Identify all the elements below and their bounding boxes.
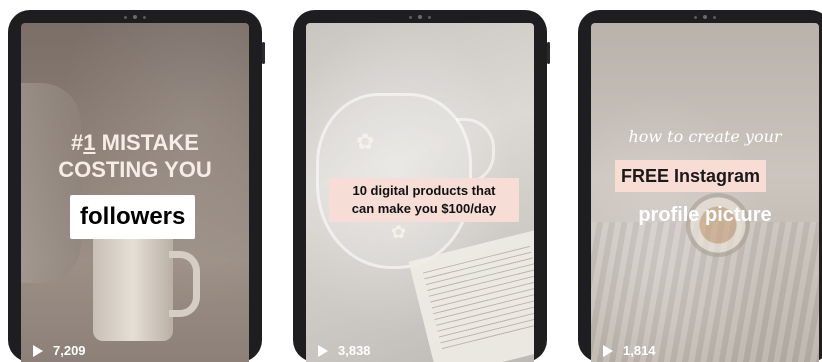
- post-subtitle: profile picture: [638, 204, 772, 226]
- play-icon: [33, 344, 43, 357]
- mug-handle: [169, 251, 200, 317]
- highlight-label: FREE Instagram: [615, 160, 767, 192]
- camera-dots: [409, 15, 431, 19]
- side-button: [547, 42, 550, 64]
- view-count-value: 1,814: [623, 343, 656, 358]
- side-button: [262, 42, 265, 64]
- play-icon: [603, 344, 613, 357]
- post-card-2[interactable]: ✿ ✿ 10 digital products that can make yo…: [293, 10, 550, 362]
- glass-cup-handle: [456, 118, 495, 184]
- camera-dots: [694, 15, 716, 19]
- post-headline: 10 digital products that can make you $1…: [329, 178, 519, 222]
- post-script-title: how to create your: [628, 127, 782, 146]
- mug-image: [93, 231, 173, 341]
- view-count: 7,209: [33, 343, 86, 358]
- post-thumbnail-2[interactable]: ✿ ✿ 10 digital products that can make yo…: [306, 23, 534, 362]
- post-card-3[interactable]: how to create your FREE Instagram profil…: [578, 10, 822, 362]
- post-thumbnail-3[interactable]: how to create your FREE Instagram profil…: [591, 23, 819, 362]
- sweater-sleeve: [21, 83, 81, 283]
- post-card-1[interactable]: #1 MISTAKE COSTING YOU followers 7,209: [8, 10, 265, 362]
- camera-dots: [124, 15, 146, 19]
- view-count-value: 3,838: [338, 343, 371, 358]
- post-thumbnail-1[interactable]: #1 MISTAKE COSTING YOU followers 7,209: [21, 23, 249, 362]
- daisy-icon: ✿: [391, 222, 407, 242]
- daisy-icon: ✿: [356, 129, 375, 154]
- view-count: 3,838: [318, 343, 371, 358]
- highlight-label: followers: [70, 195, 196, 239]
- view-count-value: 7,209: [53, 343, 86, 358]
- post-headline: #1 MISTAKE COSTING YOU: [58, 130, 212, 182]
- play-icon: [318, 344, 328, 357]
- view-count: 1,814: [603, 343, 656, 358]
